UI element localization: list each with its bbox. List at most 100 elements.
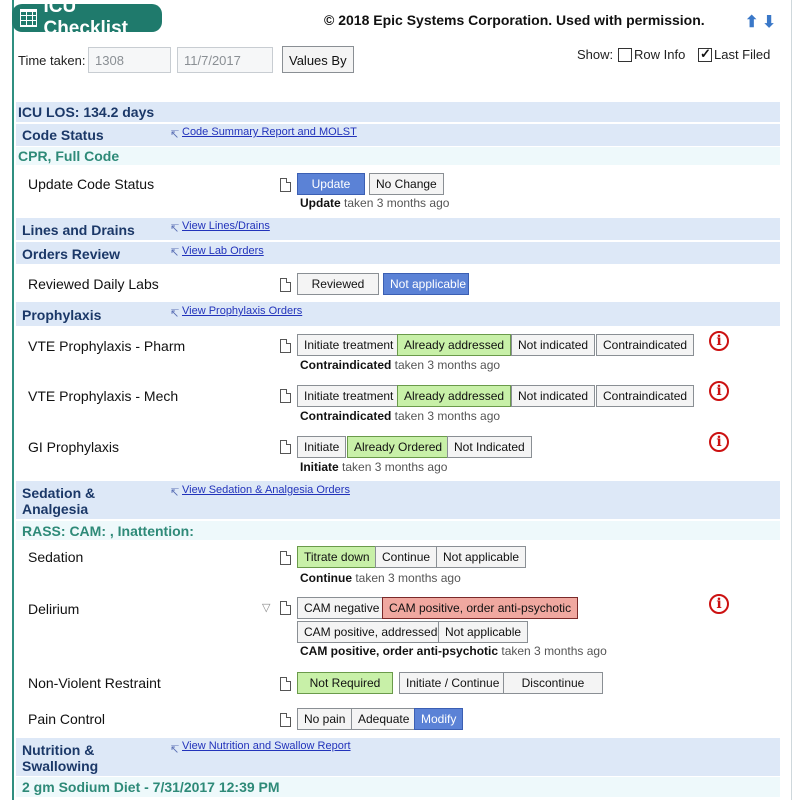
continue-button[interactable]: Continue [375,546,438,568]
link-arrow-icon: ↸ [170,744,180,756]
rass-value: RASS: CAM: , Inattention: [22,523,194,539]
link-arrow-icon: ↸ [170,308,180,320]
update-button[interactable]: Update [297,173,365,195]
adequate-button[interactable]: Adequate [351,708,417,730]
icu-los-band: ICU LOS: 134.2 days [16,102,780,122]
vte-pharm-status: Contraindicated taken 3 months ago [300,358,500,372]
document-icon[interactable] [280,677,291,691]
link-arrow-icon: ↸ [170,247,180,259]
orders-review-band: Orders Review [16,242,780,264]
document-icon[interactable] [280,551,291,565]
time-input[interactable]: 1308 [88,47,171,73]
cam-positive-order-button[interactable]: CAM positive, order anti-psychotic [382,597,579,619]
document-icon[interactable] [280,178,291,192]
already-ordered-button[interactable]: Already Ordered [347,436,450,458]
last-filed-checkbox[interactable]: ✓ [698,46,712,62]
heading-line-2: Analgesia [22,501,89,517]
arrow-down-icon[interactable]: ⬇ [762,14,775,31]
view-nutrition-swallow-link[interactable]: View Nutrition and Swallow Report [182,740,351,752]
not-indicated-button[interactable]: Not indicated [511,334,596,356]
status-time: taken 3 months ago [338,460,448,474]
initiate-treatment-button[interactable]: Initiate treatment [297,334,401,356]
status-time: taken 3 months ago [498,644,607,658]
status-value: Continue [300,571,352,585]
document-icon[interactable] [280,601,291,615]
heading-line-1: Sedation & [22,485,96,501]
already-addressed-button[interactable]: Already addressed [397,385,512,407]
update-code-status-label: Update Code Status [28,176,155,192]
titrate-down-button[interactable]: Titrate down [297,546,377,568]
delirium-label: Delirium [28,601,80,617]
contraindicated-button[interactable]: Contraindicated [596,334,695,356]
status-time: taken 3 months ago [352,571,461,585]
cam-positive-addressed-button[interactable]: CAM positive, addressed [297,621,445,643]
status-value: Contraindicated [300,358,392,372]
document-icon[interactable] [280,440,291,454]
checklist-title: ICU Checklist [43,0,128,39]
document-icon[interactable] [280,389,291,403]
initiate-button[interactable]: Initiate [297,436,347,458]
discontinue-button[interactable]: Discontinue [503,672,603,694]
row-info-checkbox[interactable] [618,48,632,62]
cam-negative-button[interactable]: CAM negative [297,597,387,619]
code-status-value-band: CPR, Full Code [16,147,780,165]
restraint-label: Non-Violent Restraint [28,675,161,691]
no-pain-button[interactable]: No pain [297,708,353,730]
vte-mech-status: Contraindicated taken 3 months ago [300,409,500,423]
code-status-band: Code Status [16,124,780,146]
checklist-title-tab: ICU Checklist [12,0,162,39]
show-label: Show: [577,47,614,62]
values-by-button[interactable]: Values By [282,46,354,73]
info-circle-icon[interactable]: i [709,432,729,452]
info-circle-icon[interactable]: i [709,594,729,614]
sedation-status: Continue taken 3 months ago [300,571,461,585]
status-time: taken 3 months ago [391,358,501,372]
navigation-arrows: ⬆ ⬇ [745,12,780,32]
delirium-status: CAM positive, order anti-psychotic taken… [300,644,607,658]
reviewed-daily-labs-label: Reviewed Daily Labs [28,276,159,292]
status-time: taken 3 months ago [340,196,450,210]
last-filed-label: Last Filed [714,47,771,62]
not-indicated-button[interactable]: Not indicated [511,385,596,407]
row-info-label: Row Info [634,47,686,62]
nutrition-swallowing-band: Nutrition & Swallowing [16,738,780,776]
contraindicated-button[interactable]: Contraindicated [596,385,695,407]
grid-icon [20,9,38,27]
rass-band: RASS: CAM: , Inattention: [16,521,780,540]
not-applicable-button[interactable]: Not applicable [383,273,469,295]
view-prophylaxis-orders-link[interactable]: View Prophylaxis Orders [182,305,302,317]
prophylaxis-heading: Prophylaxis [22,307,102,323]
reviewed-button[interactable]: Reviewed [297,273,379,295]
vte-mech-label: VTE Prophylaxis - Mech [28,388,179,404]
not-applicable-button[interactable]: Not applicable [438,621,529,643]
orders-review-heading: Orders Review [22,246,121,262]
document-icon[interactable] [280,339,291,353]
status-time: taken 3 months ago [391,409,501,423]
link-arrow-icon: ↸ [170,129,180,141]
gi-prophylaxis-label: GI Prophylaxis [28,439,120,455]
no-change-button[interactable]: No Change [369,173,444,195]
date-input[interactable]: 11/7/2017 [177,47,273,73]
initiate-treatment-button[interactable]: Initiate treatment [297,385,401,407]
view-sedation-analgesia-link[interactable]: View Sedation & Analgesia Orders [182,484,350,496]
info-circle-icon[interactable]: i [709,331,729,351]
status-value: Update [300,196,341,210]
not-indicated-button[interactable]: Not Indicated [447,436,532,458]
filter-icon[interactable]: ▽ [262,601,270,614]
already-addressed-button[interactable]: Already addressed [397,334,512,356]
view-lines-drains-link[interactable]: View Lines/Drains [182,220,270,232]
info-circle-icon[interactable]: i [709,381,729,401]
diet-band: 2 gm Sodium Diet - 7/31/2017 12:39 PM [16,777,780,797]
lines-drains-heading: Lines and Drains [22,222,135,238]
modify-button[interactable]: Modify [414,708,464,730]
not-applicable-button[interactable]: Not applicable [436,546,527,568]
initiate-continue-button[interactable]: Initiate / Continue [399,672,507,694]
update-code-status-status: Update taken 3 months ago [300,196,449,210]
not-required-button[interactable]: Not Required [297,672,393,694]
code-summary-link[interactable]: Code Summary Report and MOLST [182,126,357,138]
status-value: CAM positive, order anti-psychotic [300,644,499,658]
document-icon[interactable] [280,278,291,292]
document-icon[interactable] [280,713,291,727]
view-lab-orders-link[interactable]: View Lab Orders [182,245,264,257]
arrow-up-icon[interactable]: ⬆ [745,14,758,31]
